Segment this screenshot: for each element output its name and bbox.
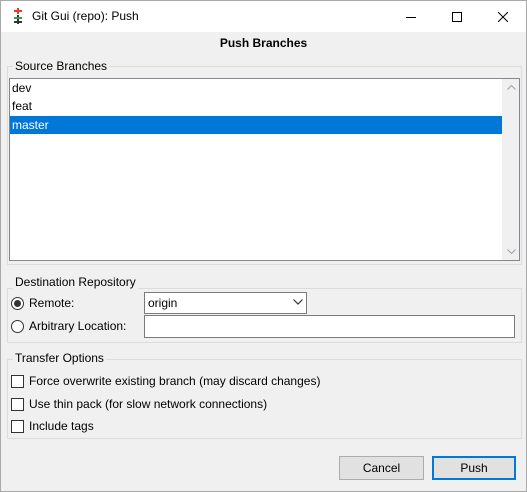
list-item-selected[interactable]: master bbox=[10, 116, 502, 134]
source-branches-list[interactable]: dev feat master bbox=[9, 78, 520, 261]
scroll-down-button[interactable] bbox=[503, 243, 520, 260]
transfer-options-legend: Transfer Options bbox=[13, 351, 106, 365]
arbitrary-location-radio[interactable] bbox=[11, 320, 24, 333]
arbitrary-location-input[interactable] bbox=[144, 315, 515, 338]
list-item[interactable]: feat bbox=[10, 97, 502, 115]
remote-radio[interactable] bbox=[11, 297, 24, 310]
close-icon bbox=[498, 11, 508, 22]
remote-label: Remote: bbox=[29, 296, 75, 310]
scroll-up-button[interactable] bbox=[503, 79, 520, 96]
thin-pack-label: Use thin pack (for slow network connecti… bbox=[29, 397, 268, 411]
chevron-down-icon bbox=[507, 249, 516, 254]
include-tags-label: Include tags bbox=[29, 419, 94, 433]
push-button[interactable]: Push bbox=[432, 456, 516, 480]
destination-repository-legend: Destination Repository bbox=[13, 275, 138, 289]
include-tags-checkbox[interactable] bbox=[11, 420, 24, 433]
force-overwrite-checkbox[interactable] bbox=[11, 375, 24, 388]
close-button[interactable] bbox=[480, 1, 526, 32]
maximize-icon bbox=[452, 11, 462, 22]
source-branches-legend: Source Branches bbox=[13, 59, 110, 73]
vertical-scrollbar[interactable] bbox=[502, 79, 519, 260]
title-bar: Git Gui (repo): Push bbox=[1, 1, 526, 32]
arbitrary-location-label: Arbitrary Location: bbox=[29, 319, 127, 333]
window-title: Git Gui (repo): Push bbox=[32, 9, 139, 23]
chevron-down-icon bbox=[293, 299, 303, 305]
force-overwrite-label: Force overwrite existing branch (may dis… bbox=[29, 374, 321, 388]
dialog-heading: Push Branches bbox=[219, 36, 308, 50]
remote-select[interactable]: origin bbox=[144, 292, 307, 314]
push-dialog-window: Git Gui (repo): Push Push Branches Sourc… bbox=[0, 0, 527, 492]
maximize-button[interactable] bbox=[434, 1, 480, 32]
chevron-up-icon bbox=[507, 85, 516, 90]
thin-pack-checkbox[interactable] bbox=[11, 398, 24, 411]
minimize-icon bbox=[406, 16, 416, 18]
list-item[interactable]: dev bbox=[10, 79, 502, 97]
minimize-button[interactable] bbox=[388, 1, 434, 32]
cancel-button[interactable]: Cancel bbox=[339, 456, 424, 480]
remote-select-value: origin bbox=[148, 296, 178, 310]
git-gui-app-icon bbox=[14, 8, 22, 24]
